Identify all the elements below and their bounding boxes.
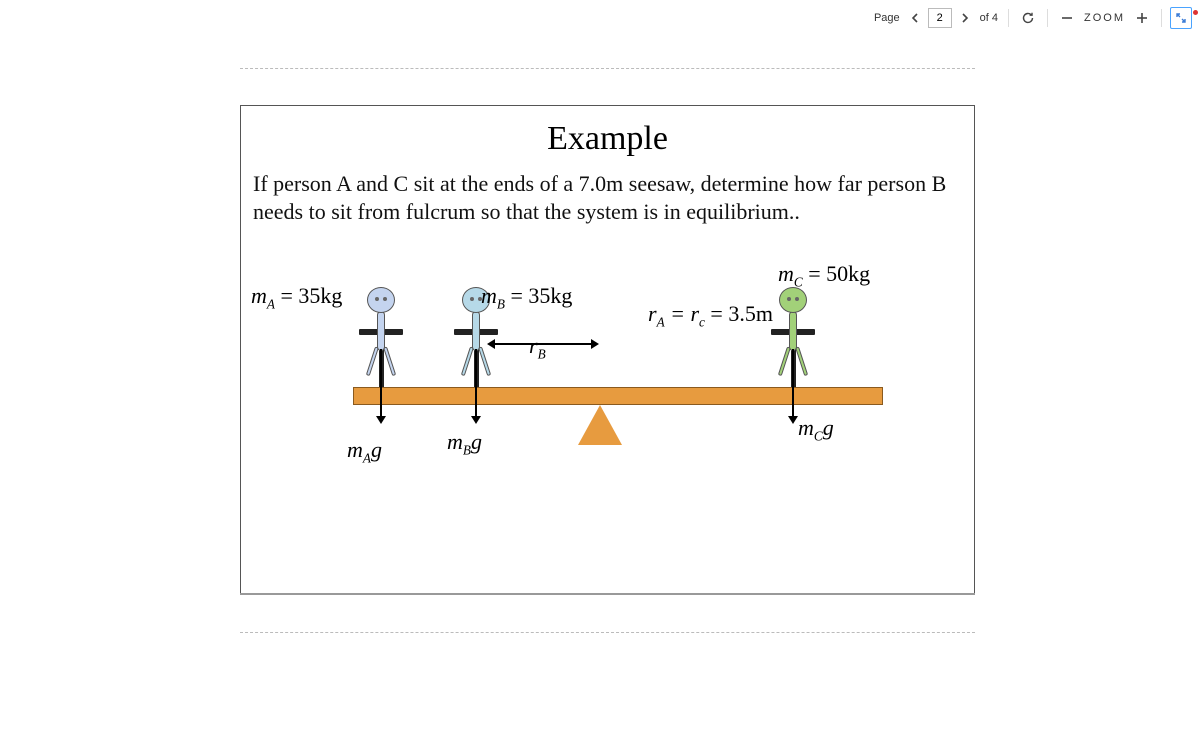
zoom-in-button[interactable] bbox=[1131, 7, 1153, 29]
page-border-bottom bbox=[240, 593, 975, 595]
next-page-button[interactable] bbox=[956, 9, 974, 27]
divider bbox=[1008, 9, 1009, 27]
reload-button[interactable] bbox=[1017, 7, 1039, 29]
notification-dot-icon bbox=[1193, 10, 1198, 15]
mass-a-label: mA = 35kg bbox=[251, 283, 342, 312]
distance-ac-label: rA = rc = 3.5m bbox=[648, 301, 773, 330]
force-b-label: mBg bbox=[447, 429, 482, 458]
force-arrow-b bbox=[475, 349, 477, 417]
divider bbox=[1161, 9, 1162, 27]
fulcrum-icon bbox=[578, 405, 622, 445]
seesaw-beam bbox=[353, 387, 883, 405]
zoom-out-button[interactable] bbox=[1056, 7, 1078, 29]
force-a-label: mAg bbox=[347, 437, 382, 466]
prev-page-button[interactable] bbox=[906, 9, 924, 27]
problem-text: If person A and C sit at the ends of a 7… bbox=[253, 170, 962, 225]
seesaw-diagram: mA = 35kg mB = 35kg mC = 50kg rA = rc = … bbox=[253, 243, 962, 543]
mass-b-label: mB = 35kg bbox=[481, 283, 572, 312]
force-arrow-a bbox=[380, 349, 382, 417]
divider bbox=[1047, 9, 1048, 27]
page-separator bbox=[240, 68, 975, 69]
zoom-label: ZOOM bbox=[1084, 12, 1125, 24]
page-title: Example bbox=[253, 120, 962, 158]
expand-button[interactable] bbox=[1170, 7, 1192, 29]
page-input[interactable] bbox=[928, 8, 952, 28]
force-c-label: mCg bbox=[798, 415, 834, 444]
distance-b-label: rB bbox=[529, 333, 546, 362]
page-total: of 4 bbox=[980, 12, 998, 24]
page-label: Page bbox=[874, 12, 900, 24]
mass-c-label: mC = 50kg bbox=[778, 261, 870, 290]
page-separator bbox=[240, 632, 975, 633]
force-arrow-c bbox=[792, 349, 794, 417]
document-page: Example If person A and C sit at the end… bbox=[240, 105, 975, 595]
toolbar: Page of 4 ZOOM bbox=[864, 0, 1200, 36]
